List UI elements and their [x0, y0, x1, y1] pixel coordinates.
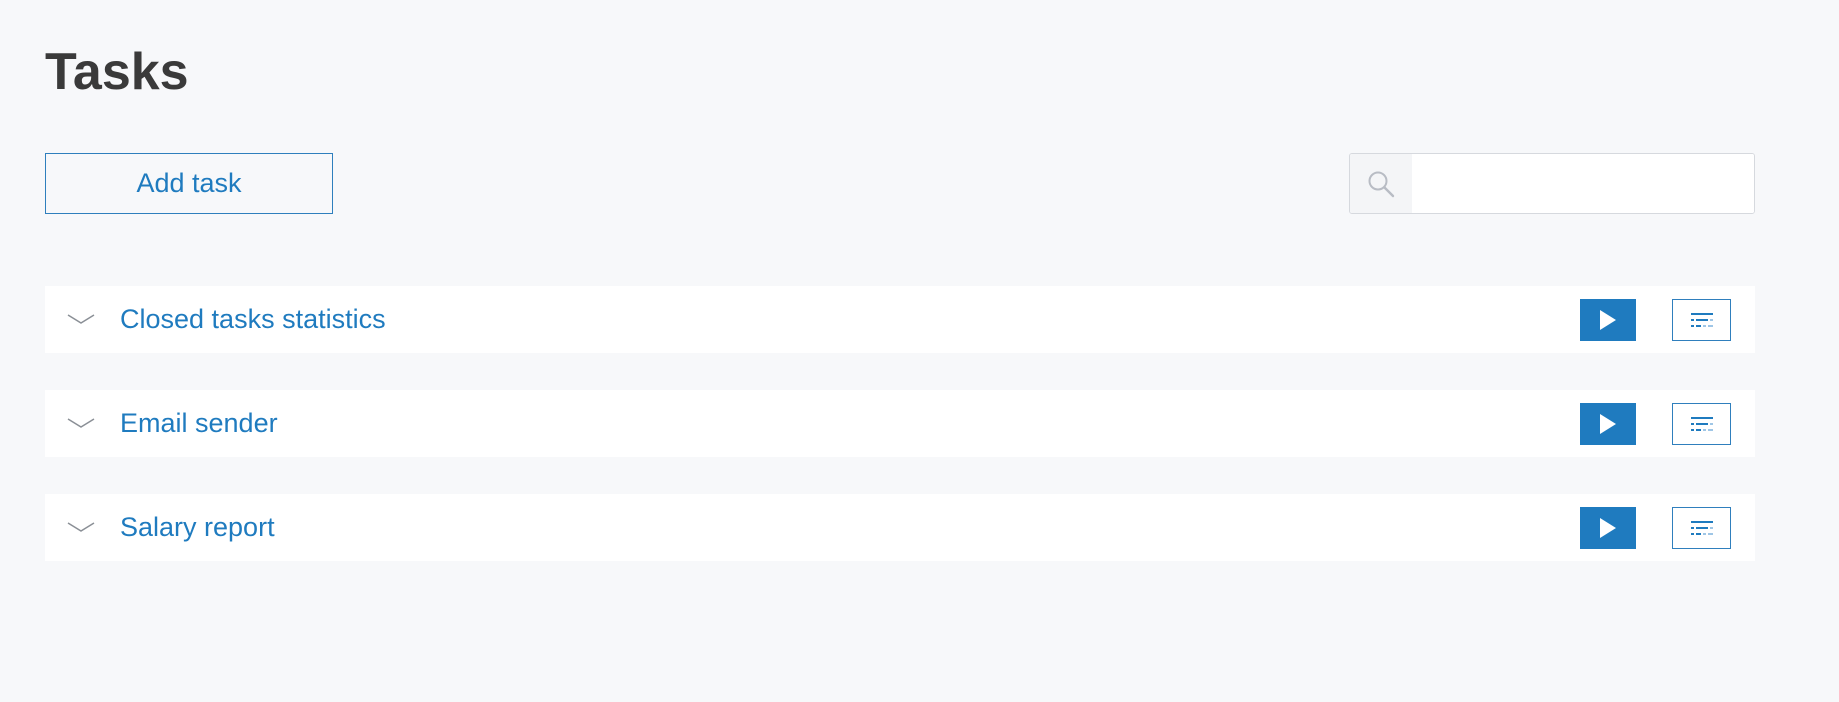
play-icon	[1600, 518, 1616, 538]
run-task-button[interactable]	[1580, 403, 1636, 445]
task-name[interactable]: Salary report	[120, 494, 275, 561]
run-task-button[interactable]	[1580, 507, 1636, 549]
task-settings-button[interactable]	[1672, 507, 1731, 549]
task-settings-button[interactable]	[1672, 403, 1731, 445]
filter-settings-icon	[1690, 417, 1713, 431]
task-row: Email sender	[45, 390, 1755, 457]
tasks-page: Tasks Add task Closed tasks statistics E…	[0, 0, 1839, 702]
run-task-button[interactable]	[1580, 299, 1636, 341]
add-task-button[interactable]: Add task	[45, 153, 333, 214]
search-icon	[1368, 171, 1395, 197]
toolbar: Add task	[45, 153, 1755, 214]
filter-settings-icon	[1690, 521, 1713, 535]
task-row: Salary report	[45, 494, 1755, 561]
play-icon	[1600, 310, 1616, 330]
chevron-down-icon[interactable]	[65, 515, 97, 539]
page-title: Tasks	[45, 43, 189, 101]
chevron-down-icon[interactable]	[65, 307, 97, 331]
search-input[interactable]	[1412, 154, 1754, 213]
play-icon	[1600, 414, 1616, 434]
filter-settings-icon	[1690, 313, 1713, 327]
chevron-down-icon[interactable]	[65, 411, 97, 435]
search-box	[1349, 153, 1755, 214]
task-list: Closed tasks statistics Email sender Sal…	[45, 286, 1755, 598]
task-settings-button[interactable]	[1672, 299, 1731, 341]
task-row: Closed tasks statistics	[45, 286, 1755, 353]
task-name[interactable]: Email sender	[120, 390, 278, 457]
search-icon-container	[1350, 154, 1412, 213]
task-name[interactable]: Closed tasks statistics	[120, 286, 386, 353]
